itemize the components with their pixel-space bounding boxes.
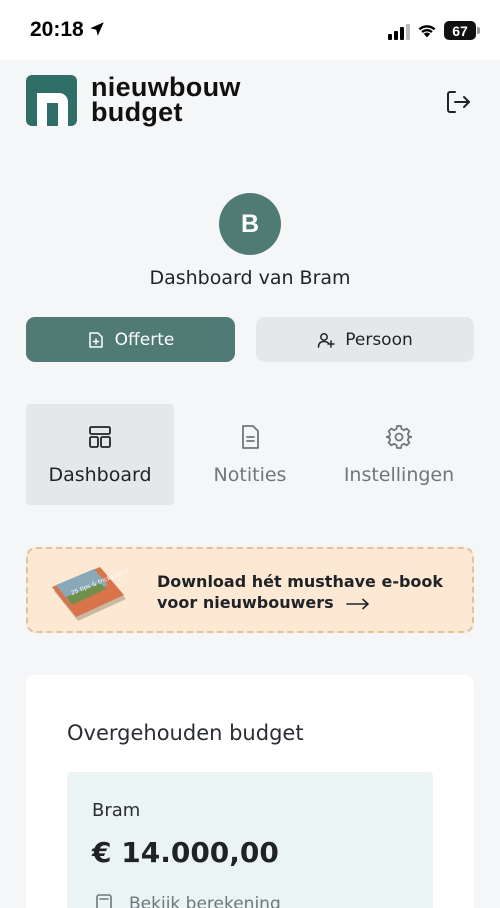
promo-text: Download hét musthave e-book voor nieuwb… [157,571,443,613]
battery-cap [477,27,480,34]
avatar-initial: B [240,209,260,238]
battery-level: 67 [452,22,468,39]
file-plus-icon [88,331,103,348]
status-bar: 20:18 67 [0,0,500,60]
offerte-label: Offerte [114,329,175,350]
brand-line-2: budget [91,97,183,127]
battery-icon: 67 [444,21,476,40]
tab-instellingen[interactable]: Instellingen [325,404,473,505]
user-plus-icon [317,332,335,348]
brand-logo-text[interactable]: nieuwbouw budget [91,74,241,127]
persoon-label: Persoon [345,329,413,350]
promo-line-1: Download hét musthave e-book [157,572,444,591]
logout-icon[interactable] [444,88,472,116]
tab-instellingen-label: Instellingen [343,463,455,486]
brand-logo-icon[interactable] [26,75,77,126]
view-calculation-label: Bekijk berekening [129,894,281,908]
ebook-promo-banner[interactable]: 25 tips & tricks bij nieuwbouw Download … [26,547,474,633]
budget-amount: € 14.000,00 [92,836,279,869]
promo-line-2: voor nieuwbouwers [157,592,443,613]
avatar: B [219,193,281,255]
status-time: 20:18 [30,18,84,41]
budget-summary: Bram € 14.000,00 Bekijk berekening [67,772,433,908]
tab-notities-label: Notities [213,463,287,486]
budget-card: Overgehouden budget Bram € 14.000,00 Bek… [26,675,474,908]
layout-icon [89,425,111,448]
cellular-signal-icon [388,24,410,40]
tab-dashboard-label: Dashboard [48,463,152,486]
calculator-icon [96,894,112,908]
persoon-button[interactable]: Persoon [256,317,474,362]
budget-owner-name: Bram [92,800,141,821]
wifi-icon [418,25,436,38]
budget-card-title: Overgehouden budget [67,721,304,745]
page-title: Dashboard van Bram [149,267,351,289]
gear-icon [386,424,412,449]
location-arrow-icon [90,22,104,36]
tab-dashboard[interactable]: Dashboard [26,404,174,505]
tab-notities[interactable]: Notities [176,404,324,505]
offerte-button[interactable]: Offerte [26,317,235,362]
arrow-right-icon [345,598,369,609]
document-icon [242,424,259,449]
view-calculation-link[interactable]: Bekijk berekening [95,894,281,908]
ebook-cover-image: 25 tips & tricks bij nieuwbouw [52,561,128,621]
